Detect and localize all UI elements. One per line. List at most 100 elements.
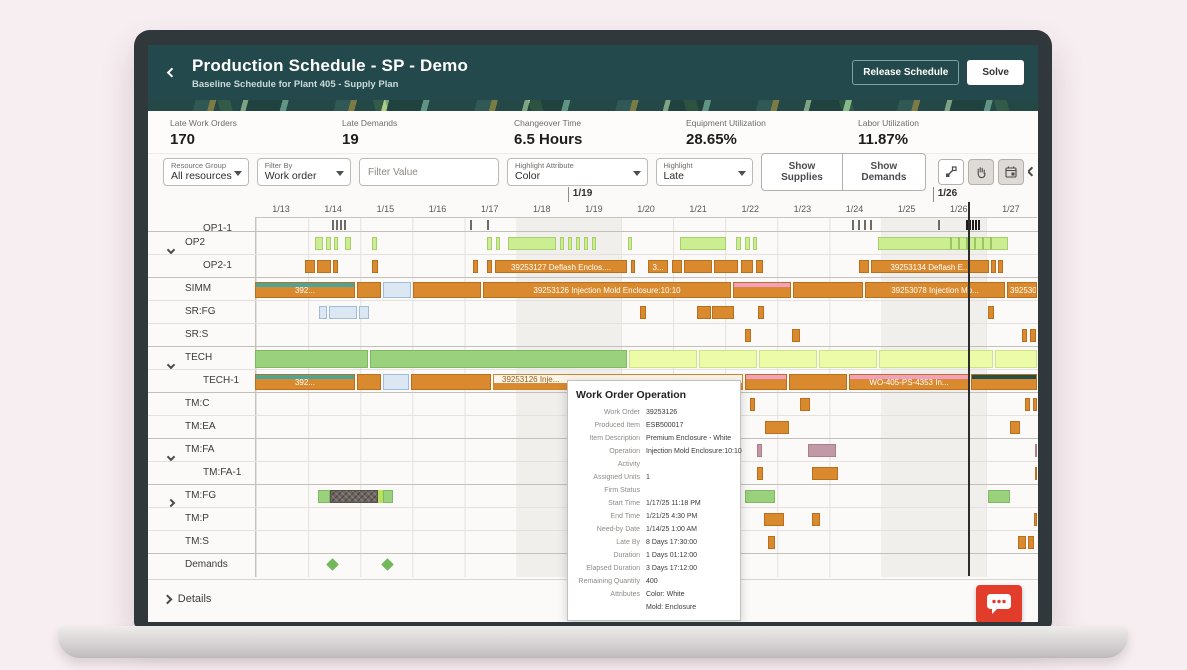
gantt-bar[interactable]: 392...: [255, 374, 355, 390]
gantt-bar[interactable]: [332, 220, 334, 230]
gantt-bar[interactable]: [990, 237, 992, 250]
gantt-bar[interactable]: [858, 220, 860, 230]
gantt-bar[interactable]: [745, 490, 775, 503]
release-schedule-button[interactable]: Release Schedule: [852, 60, 959, 85]
gantt-bar[interactable]: [859, 260, 869, 273]
resource-row-label[interactable]: TECH: [148, 347, 255, 369]
gantt-bar[interactable]: [971, 374, 1037, 390]
gantt-bar[interactable]: WO-405-PS-4353 In...: [849, 374, 969, 390]
gantt-bar[interactable]: [345, 237, 351, 250]
demand-diamond[interactable]: [381, 558, 394, 571]
resource-row-label[interactable]: TM:FA-1: [148, 462, 255, 484]
gantt-bar[interactable]: 39253078 Injection Mo...: [865, 282, 1005, 298]
gantt-bar[interactable]: [344, 220, 346, 230]
gantt-bar[interactable]: [753, 237, 757, 250]
gantt-bar[interactable]: [768, 536, 775, 549]
show-demands-button[interactable]: Show Demands: [842, 153, 926, 191]
gantt-bar[interactable]: [995, 350, 1037, 368]
gantt-bar[interactable]: [357, 374, 381, 390]
gantt-bar[interactable]: [745, 237, 750, 250]
gantt-bar[interactable]: [487, 237, 492, 250]
gantt-bar[interactable]: 3...: [648, 260, 668, 273]
solve-button[interactable]: Solve: [967, 60, 1024, 85]
gantt-bar[interactable]: [758, 306, 764, 319]
gantt-bar[interactable]: [1035, 467, 1037, 480]
gantt-bar[interactable]: [487, 260, 492, 273]
gantt-bar[interactable]: 39253126 Injection Mold Enclosure:10:10: [483, 282, 731, 298]
resource-row-label[interactable]: TM:EA: [148, 416, 255, 438]
gantt-bar[interactable]: [991, 260, 996, 273]
gantt-bar[interactable]: [357, 282, 381, 298]
chat-assistant-button[interactable]: [976, 585, 1022, 622]
gantt-bar[interactable]: [330, 490, 378, 503]
highlight-attribute-select[interactable]: Highlight Attribute Color: [507, 158, 648, 186]
gantt-bar[interactable]: [745, 329, 751, 342]
gantt-bar[interactable]: [640, 306, 646, 319]
gantt-bar[interactable]: [473, 260, 478, 273]
gantt-bar[interactable]: [745, 374, 787, 390]
gantt-bar[interactable]: [812, 513, 820, 526]
resource-row-label[interactable]: OP1-1: [148, 218, 255, 231]
gantt-bar[interactable]: [383, 490, 393, 503]
gantt-bar[interactable]: [741, 260, 753, 273]
gantt-bar[interactable]: [879, 350, 993, 368]
resource-row-label[interactable]: TECH-1: [148, 370, 255, 392]
resource-row-label[interactable]: OP2: [148, 232, 255, 254]
gantt-bar[interactable]: [697, 306, 711, 319]
gantt-bar[interactable]: [411, 374, 491, 390]
gantt-bar[interactable]: [757, 444, 762, 457]
gantt-bar[interactable]: [852, 220, 854, 230]
gantt-bar[interactable]: [255, 350, 368, 368]
gantt-bar[interactable]: [413, 282, 481, 298]
gantt-bar[interactable]: [470, 220, 472, 230]
gantt-bar[interactable]: [672, 260, 682, 273]
gantt-bar[interactable]: [372, 237, 377, 250]
gantt-bar[interactable]: [870, 220, 872, 230]
gantt-bar[interactable]: [336, 220, 338, 230]
pan-button[interactable]: [968, 159, 994, 185]
gantt-bar[interactable]: [631, 260, 635, 273]
resource-row-label[interactable]: SR:FG: [148, 301, 255, 323]
gantt-bar[interactable]: [315, 237, 323, 250]
gantt-bar[interactable]: [568, 237, 572, 250]
gantt-bar[interactable]: [750, 398, 755, 411]
gantt-bar[interactable]: [305, 260, 315, 273]
gantt-bar[interactable]: [319, 306, 327, 319]
resource-row-label[interactable]: TM:C: [148, 393, 255, 415]
gantt-bar[interactable]: 392530: [1007, 282, 1037, 298]
gantt-bar[interactable]: [1010, 421, 1020, 434]
resource-row-label[interactable]: TM:P: [148, 508, 255, 530]
gantt-bar[interactable]: [950, 237, 952, 250]
gantt-bar[interactable]: [333, 260, 338, 273]
gantt-bar[interactable]: [699, 350, 757, 368]
gantt-bar[interactable]: 39253134 Deflash E...: [871, 260, 989, 273]
gantt-bar[interactable]: [736, 237, 741, 250]
marquee-select-button[interactable]: [938, 159, 964, 185]
details-expander[interactable]: Details: [164, 593, 211, 605]
show-supplies-button[interactable]: Show Supplies: [761, 153, 842, 191]
gantt-bar[interactable]: [958, 237, 960, 250]
gantt-bar[interactable]: [340, 220, 342, 230]
gantt-bar[interactable]: [496, 237, 500, 250]
gantt-bar[interactable]: [1030, 329, 1036, 342]
gantt-bar[interactable]: [789, 374, 847, 390]
calendar-button[interactable]: [998, 159, 1024, 185]
resource-row-label[interactable]: TM:S: [148, 531, 255, 553]
gantt-bar[interactable]: [592, 237, 596, 250]
gantt-bar[interactable]: [487, 220, 489, 230]
gantt-bar[interactable]: [765, 421, 789, 434]
gantt-bar[interactable]: [756, 260, 763, 273]
gantt-bar[interactable]: [576, 237, 580, 250]
gantt-bar[interactable]: [764, 513, 784, 526]
gantt-bar[interactable]: [878, 237, 1008, 250]
gantt-bar[interactable]: [370, 350, 627, 368]
resource-row-label[interactable]: Demands: [148, 554, 255, 576]
gantt-bar[interactable]: [978, 220, 980, 230]
gantt-bar[interactable]: [317, 260, 331, 273]
gantt-bar[interactable]: [988, 490, 1010, 503]
gantt-bar[interactable]: [560, 237, 564, 250]
gantt-bar[interactable]: [684, 260, 712, 273]
resource-row-label[interactable]: OP2-1: [148, 255, 255, 277]
gantt-bar[interactable]: [1018, 536, 1026, 549]
gantt-bar[interactable]: [998, 260, 1003, 273]
